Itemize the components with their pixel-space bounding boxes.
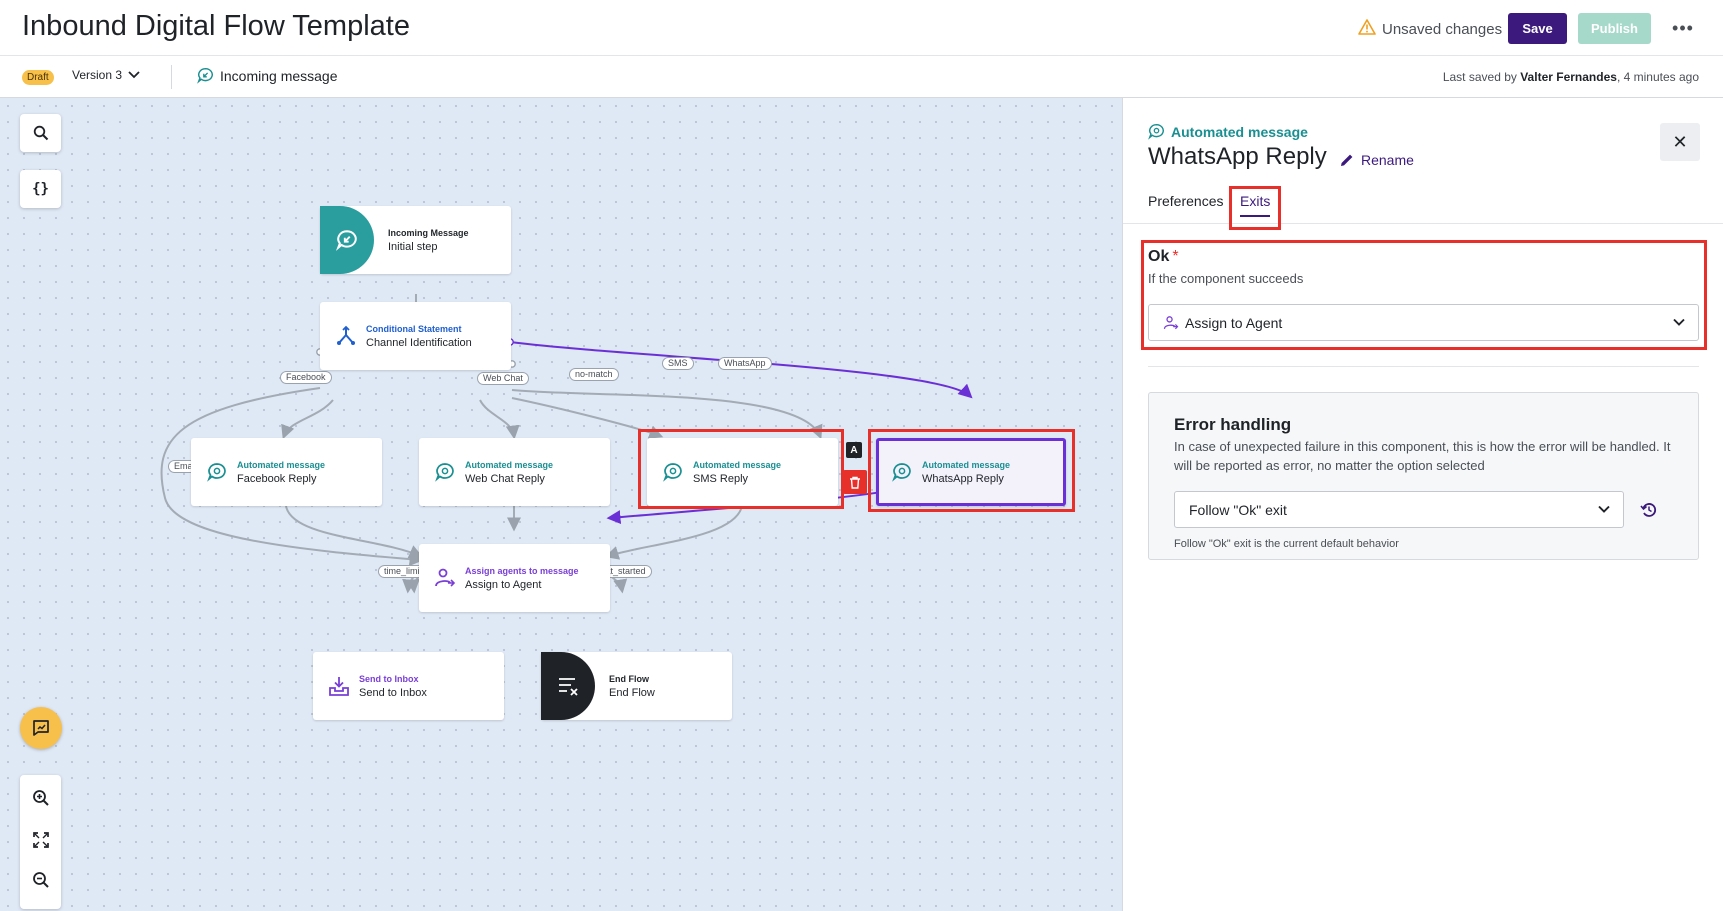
chevron-down-icon [1673,318,1685,326]
version-label: Version 3 [72,68,123,82]
tab-preferences[interactable]: Preferences [1148,193,1223,209]
delete-node-button[interactable] [843,470,867,494]
ok-exit-value: Assign to Agent [1185,314,1283,331]
error-handling-card: Error handling In case of unexpected fai… [1148,392,1699,560]
panel-tabs: Preferences Exits [1123,182,1723,224]
highlight-exits-tab [1229,186,1281,230]
node-facebook-reply[interactable]: Automated message Facebook Reply [191,438,382,506]
divider [1148,366,1699,367]
close-panel-button[interactable]: ✕ [1660,123,1700,161]
highlight-sms-reply [638,429,844,509]
node-category: Automated message [237,460,326,470]
panel-title: WhatsApp Reply [1148,143,1327,170]
node-name: Send to Inbox [359,687,427,699]
node-category: Automated message [465,460,554,470]
end-flow-icon [541,652,595,720]
node-category: Assign agents to message [465,566,579,576]
trigger-label: Incoming message [197,67,338,84]
node-name: Channel Identification [366,337,472,349]
incoming-message-icon [197,67,213,84]
unsaved-indicator: Unsaved changes [1358,19,1502,39]
assign-agent-icon [1163,315,1179,329]
incoming-message-icon [320,206,374,274]
node-name: Web Chat Reply [465,473,545,485]
divider [171,65,172,89]
node-name: End Flow [609,687,655,699]
last-saved-time: , 4 minutes ago [1616,70,1699,84]
chevron-down-icon [128,71,140,79]
trash-icon [850,476,860,489]
split-icon [334,324,358,348]
automated-message-icon [1148,123,1164,140]
node-name: Assign to Agent [465,579,542,591]
ok-exit-description: If the component succeeds [1148,271,1304,286]
panel-category-text: Automated message [1171,123,1308,140]
node-category: End Flow [609,674,649,684]
error-handling-hint: Follow "Ok" exit is the current default … [1174,538,1399,550]
more-options-icon[interactable]: ••• [1672,16,1694,40]
required-mark: * [1172,248,1179,265]
highlight-whatsapp-reply [868,429,1075,512]
top-bar: Inbound Digital Flow Template Unsaved ch… [0,0,1723,56]
ok-label-text: Ok [1148,248,1170,265]
node-badge: A [846,442,862,458]
assign-agent-icon [433,566,457,590]
exit-label-nomatch: no-match [569,368,619,381]
publish-button[interactable]: Publish [1578,13,1651,44]
node-conditional-statement[interactable]: Conditional Statement Channel Identifica… [320,302,511,370]
panel-category: Automated message [1148,123,1308,140]
reset-default-button[interactable] [1639,500,1659,520]
chevron-down-icon [1598,505,1610,513]
last-saved-prefix: Last saved by [1442,70,1521,84]
unsaved-text: Unsaved changes [1382,20,1503,38]
last-saved-user: Valter Fernandes [1520,70,1617,84]
node-name: Initial step [388,241,438,253]
automated-message-icon [433,460,457,484]
ok-exit-label: Ok * [1148,248,1179,266]
node-incoming-message[interactable]: Incoming Message Initial step [320,206,511,274]
exit-label-sms: SMS [662,357,694,370]
version-dropdown[interactable]: Version 3 [72,68,140,82]
error-handling-select[interactable]: Follow "Ok" exit [1174,491,1624,528]
rename-label: Rename [1361,152,1414,168]
trigger-text: Incoming message [220,67,338,84]
exit-label-whatsapp: WhatsApp [718,357,772,370]
flow-canvas[interactable]: {} Facebook Web Chat no-match SMS WhatsA… [0,98,1122,911]
ok-exit-select[interactable]: Assign to Agent [1148,304,1699,341]
node-category: Incoming Message [388,228,469,238]
node-assign-agent[interactable]: Assign agents to message Assign to Agent [419,544,610,612]
error-handling-description: In case of unexpected failure in this co… [1174,439,1671,473]
node-category: Send to Inbox [359,674,419,684]
node-webchat-reply[interactable]: Automated message Web Chat Reply [419,438,610,506]
sub-bar: Draft Version 3 Incoming message Last sa… [0,56,1723,98]
properties-panel: Automated message WhatsApp Reply Rename … [1122,98,1723,911]
rename-button[interactable]: Rename [1339,152,1414,168]
node-category: Conditional Statement [366,324,462,334]
error-handling-title: Error handling [1174,415,1292,434]
node-send-to-inbox[interactable]: Send to Inbox Send to Inbox [313,652,504,720]
last-saved: Last saved by Valter Fernandes, 4 minute… [1443,70,1699,84]
page-title: Inbound Digital Flow Template [22,10,410,42]
restore-icon [1640,503,1657,517]
node-end-flow[interactable]: End Flow End Flow [541,652,732,720]
node-name: Facebook Reply [237,473,317,485]
exit-label-facebook: Facebook [280,371,332,384]
inbox-icon [327,674,351,698]
pencil-icon [1341,154,1353,166]
save-button[interactable]: Save [1508,13,1567,44]
automated-message-icon [205,460,229,484]
exit-label-webchat: Web Chat [477,372,529,385]
warning-icon [1358,19,1376,39]
error-handling-value: Follow "Ok" exit [1189,501,1287,518]
status-badge: Draft [22,70,54,85]
